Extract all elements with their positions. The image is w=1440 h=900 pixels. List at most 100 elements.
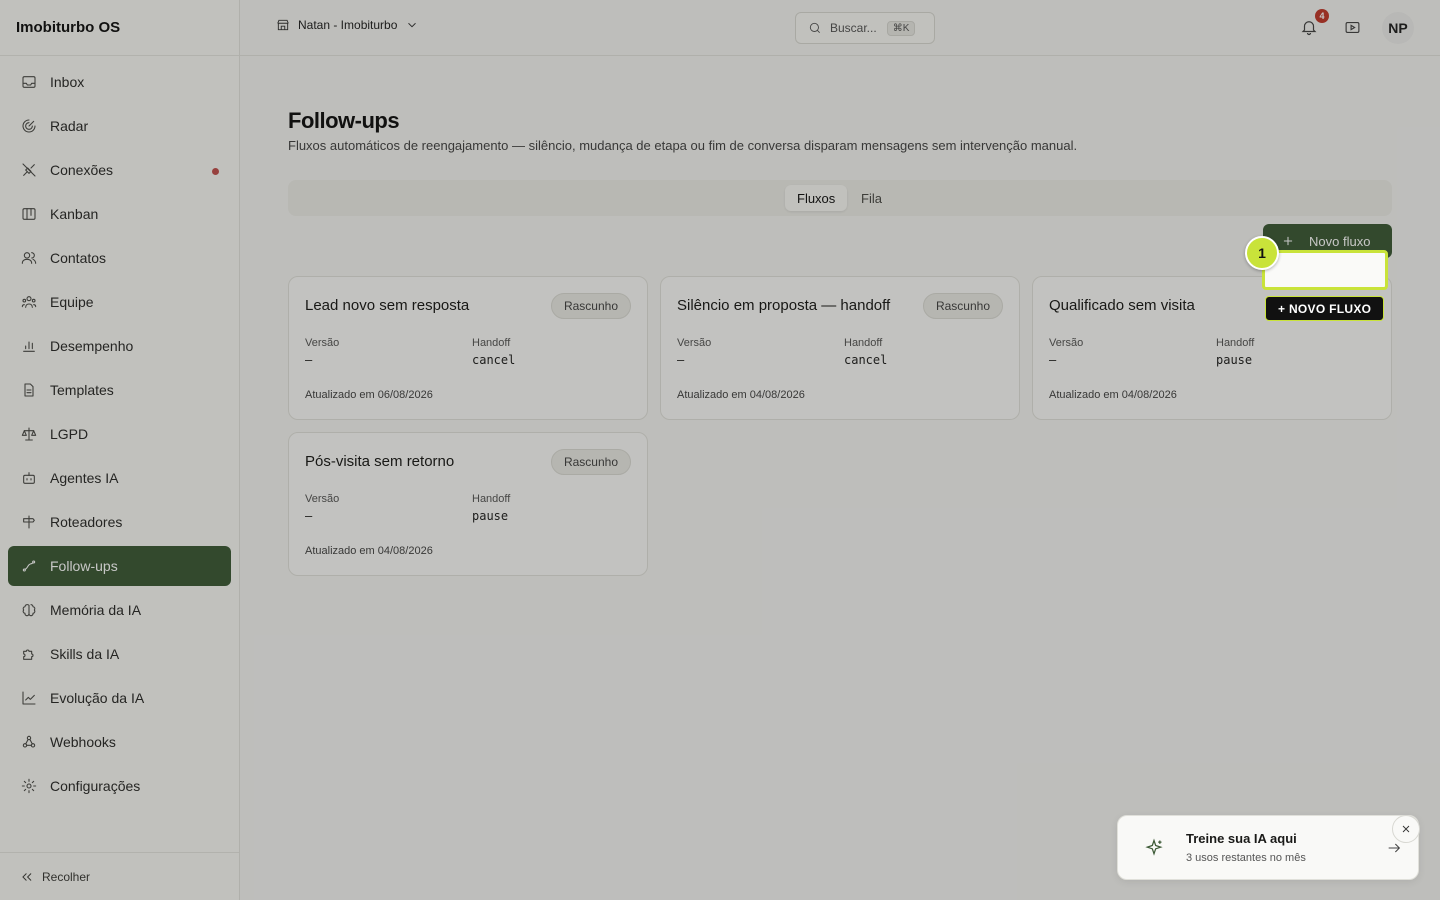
tab-fila[interactable]: Fila xyxy=(849,185,894,211)
chevron-down-icon xyxy=(408,22,417,28)
sidebar-item-label: Templates xyxy=(50,382,114,398)
handoff-label: Handoff xyxy=(1216,337,1255,349)
handoff-label: Handoff xyxy=(472,493,511,505)
sidebar-item-configuracoes[interactable]: Configurações xyxy=(8,766,231,806)
brand-logo[interactable]: Imobiturbo OS xyxy=(0,0,239,56)
sidebar-item-kanban[interactable]: Kanban xyxy=(8,194,231,234)
handoff-value: cancel xyxy=(472,353,516,367)
sidebar-item-roteadores[interactable]: Roteadores xyxy=(8,502,231,542)
arrow-right-icon[interactable] xyxy=(1386,840,1402,861)
train-ai-toast[interactable]: Treine sua IA aqui 3 usos restantes no m… xyxy=(1117,815,1419,880)
toast-close-button[interactable] xyxy=(1392,815,1420,843)
handoff-label: Handoff xyxy=(472,337,511,349)
status-badge: Rascunho xyxy=(922,293,1003,319)
connections-icon xyxy=(20,161,38,179)
sidebar-item-evolucao-ia[interactable]: Evolução da IA xyxy=(8,678,231,718)
toast-title: Treine sua IA aqui xyxy=(1186,831,1297,846)
workspace-name: Natan - Imobiturbo xyxy=(298,18,398,32)
video-button[interactable] xyxy=(1344,19,1361,41)
bot-icon xyxy=(20,469,38,487)
sidebar-item-inbox[interactable]: Inbox xyxy=(8,62,231,102)
sidebar-item-label: Evolução da IA xyxy=(50,690,145,706)
workspace-switcher[interactable]: Natan - Imobiturbo xyxy=(276,18,419,32)
sidebar-item-label: Kanban xyxy=(50,206,99,222)
card-title: Silêncio em proposta — handoff xyxy=(677,297,891,314)
search-placeholder: Buscar... xyxy=(830,21,877,35)
video-icon xyxy=(1345,21,1360,34)
sparkle-icon xyxy=(1144,838,1164,863)
toast-subtitle: 3 usos restantes no mês xyxy=(1186,852,1306,864)
sidebar-item-label: Equipe xyxy=(50,294,94,310)
flow-card[interactable]: Silêncio em proposta — handoff Rascunho … xyxy=(660,276,1020,420)
sidebar-item-follow-ups[interactable]: Follow-ups xyxy=(8,546,231,586)
plus-icon xyxy=(1283,236,1293,246)
sidebar-item-label: Contatos xyxy=(50,250,107,266)
card-title: Qualificado sem visita xyxy=(1049,297,1195,314)
sidebar-item-label: Memória da IA xyxy=(50,602,142,618)
handoff-value: pause xyxy=(1216,353,1253,367)
sidebar-item-equipe[interactable]: Equipe xyxy=(8,282,231,322)
page-subtitle: Fluxos automáticos de reengajamento — si… xyxy=(288,138,1078,153)
sidebar: Imobiturbo OS Inbox Radar Conexões Kanba… xyxy=(0,0,240,900)
new-flow-label: Novo fluxo xyxy=(1309,233,1371,249)
webhook-icon xyxy=(20,733,38,751)
sidebar-item-label: Roteadores xyxy=(50,514,123,530)
sidebar-item-label: LGPD xyxy=(50,426,89,442)
contacts-icon xyxy=(20,249,38,267)
kanban-icon xyxy=(20,205,38,223)
chart-bar-icon xyxy=(20,337,38,355)
status-dot xyxy=(212,168,219,175)
sidebar-nav: Inbox Radar Conexões Kanban Contatos Equ… xyxy=(0,56,239,806)
avatar[interactable]: NP xyxy=(1382,12,1414,44)
highlight-tag: + NOVO FLUXO xyxy=(1265,296,1385,321)
sidebar-item-label: Agentes IA xyxy=(50,470,119,486)
signpost-icon xyxy=(20,513,38,531)
scale-icon xyxy=(20,425,38,443)
sidebar-item-contatos[interactable]: Contatos xyxy=(8,238,231,278)
version-label: Versão xyxy=(1049,337,1084,349)
version-label: Versão xyxy=(305,493,340,505)
document-icon xyxy=(20,381,38,399)
version-label: Versão xyxy=(677,337,712,349)
version-value: – xyxy=(677,353,685,367)
search-input[interactable]: Buscar... ⌘K xyxy=(795,12,935,44)
page-title: Follow-ups xyxy=(288,108,400,133)
highlight-box[interactable] xyxy=(1262,250,1388,290)
updated-at: Atualizado em 04/08/2026 xyxy=(1049,389,1177,401)
collapse-sidebar-button[interactable]: Recolher xyxy=(0,852,239,900)
topbar: Natan - Imobiturbo Buscar... ⌘K 4 NP xyxy=(240,0,1440,56)
updated-at: Atualizado em 04/08/2026 xyxy=(305,545,433,557)
tabs-bar: Fluxos Fila xyxy=(288,180,1392,216)
sidebar-item-skills-ia[interactable]: Skills da IA xyxy=(8,634,231,674)
tab-fluxos[interactable]: Fluxos xyxy=(785,185,848,211)
updated-at: Atualizado em 06/08/2026 xyxy=(305,389,433,401)
flow-card[interactable]: Pós-visita sem retorno Rascunho Versão –… xyxy=(288,432,648,576)
sidebar-item-radar[interactable]: Radar xyxy=(8,106,231,146)
trend-icon xyxy=(20,557,38,575)
sidebar-item-label: Follow-ups xyxy=(50,558,118,574)
handoff-label: Handoff xyxy=(844,337,883,349)
sidebar-item-webhooks[interactable]: Webhooks xyxy=(8,722,231,762)
sidebar-item-lgpd[interactable]: LGPD xyxy=(8,414,231,454)
sidebar-item-label: Webhooks xyxy=(50,734,116,750)
sidebar-item-label: Configurações xyxy=(50,778,141,794)
status-badge: Rascunho xyxy=(550,293,631,319)
store-icon xyxy=(277,19,289,31)
sidebar-item-conexoes[interactable]: Conexões xyxy=(8,150,231,190)
card-title: Pós-visita sem retorno xyxy=(305,453,455,470)
double-chevron-left-icon xyxy=(22,872,32,881)
version-label: Versão xyxy=(305,337,340,349)
gear-icon xyxy=(20,777,38,795)
puzzle-icon xyxy=(20,645,38,663)
sidebar-item-templates[interactable]: Templates xyxy=(8,370,231,410)
sidebar-item-agentes-ia[interactable]: Agentes IA xyxy=(8,458,231,498)
flow-card[interactable]: Lead novo sem resposta Rascunho Versão –… xyxy=(288,276,648,420)
sidebar-item-label: Skills da IA xyxy=(50,646,120,662)
version-value: – xyxy=(305,353,313,367)
step-number-badge: 1 xyxy=(1245,236,1279,270)
sidebar-item-memoria-ia[interactable]: Memória da IA xyxy=(8,590,231,630)
collapse-label: Recolher xyxy=(42,869,91,884)
sidebar-item-desempenho[interactable]: Desempenho xyxy=(8,326,231,366)
handoff-value: pause xyxy=(472,509,509,523)
handoff-value: cancel xyxy=(844,353,888,367)
